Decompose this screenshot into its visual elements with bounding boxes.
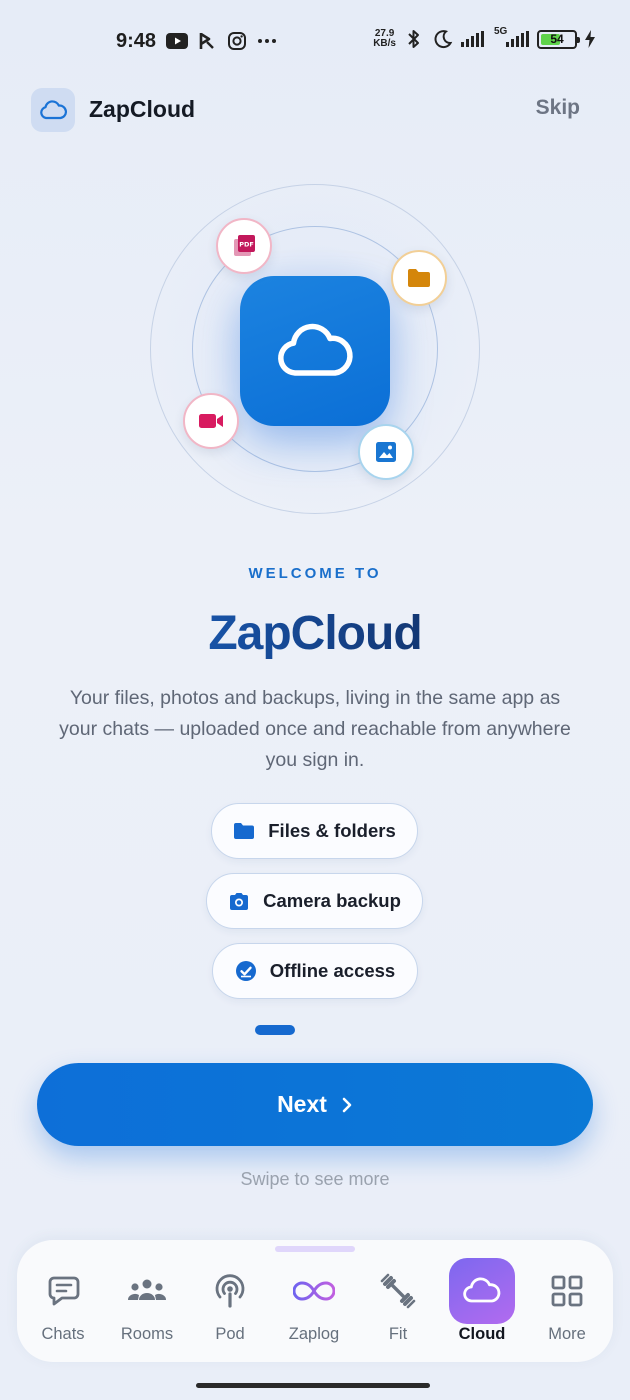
welcome-description: Your files, photos and backups, living i…: [59, 687, 571, 771]
nav-item-cloud[interactable]: Cloud: [442, 1258, 522, 1344]
bluetooth-icon: [403, 28, 425, 50]
instagram-icon: [226, 30, 248, 52]
folder-icon: [234, 823, 255, 839]
image-badge: [358, 424, 414, 480]
app-title: ZapCloud: [89, 96, 196, 122]
nav-item-chats[interactable]: Chats: [23, 1258, 103, 1344]
feature-label: Camera backup: [263, 890, 401, 911]
swipe-hint: Swipe to see more: [240, 1169, 390, 1189]
check-circle-icon: [235, 961, 256, 981]
nav-drag-handle[interactable]: [275, 1246, 355, 1252]
video-icon: [199, 414, 223, 428]
charging-bolt-icon: [584, 28, 596, 50]
camera-icon: [230, 892, 249, 910]
svg-text:PDF: PDF: [239, 241, 254, 249]
more-dots-icon: [256, 30, 278, 52]
podcast-icon: [197, 1258, 263, 1324]
people-icon: [114, 1258, 180, 1324]
signal-icon: [461, 28, 487, 50]
feature-chip-camera: Camera backup: [206, 873, 423, 929]
infinity-icon: [281, 1258, 347, 1324]
next-button-label: Next: [277, 1091, 327, 1117]
cloud-icon: [449, 1258, 515, 1324]
folder-badge: [391, 250, 447, 306]
page-indicator-active: [255, 1025, 295, 1035]
status-left-icons: [166, 30, 278, 52]
cloud-tile: [240, 276, 390, 426]
nav-item-zaplog[interactable]: Zaplog: [274, 1258, 354, 1344]
next-button[interactable]: Next: [37, 1063, 593, 1146]
feature-label: Offline access: [269, 960, 396, 981]
cloud-icon: [278, 323, 353, 376]
network-speed: 27.9 KB/s: [373, 28, 396, 49]
status-bar: 9:48 27.9 KB/s 5G 54: [0, 0, 630, 84]
chevron-right-icon: [342, 1097, 352, 1112]
pdf-icon: PDF: [234, 235, 255, 256]
feature-chip-offline: Offline access: [212, 943, 418, 999]
nav-item-rooms[interactable]: Rooms: [107, 1258, 187, 1344]
cloud-icon: [40, 100, 67, 120]
feature-chip-files: Files & folders: [211, 803, 418, 859]
feature-label: Files & folders: [268, 820, 396, 841]
status-right-icons: 27.9 KB/s 5G 54: [373, 26, 596, 50]
dumbbell-icon: [365, 1258, 431, 1324]
pay-icon: [196, 30, 218, 52]
status-time: 9:48: [116, 30, 157, 52]
moon-icon: [432, 28, 454, 50]
welcome-eyebrow: WELCOME TO: [248, 565, 382, 582]
app-logo: [31, 88, 75, 132]
home-indicator[interactable]: [196, 1383, 430, 1388]
battery-level: 54: [550, 32, 564, 46]
signal-5g-icon: 5G: [494, 26, 530, 50]
battery-indicator: 54: [537, 29, 580, 49]
nav-item-fit[interactable]: Fit: [358, 1258, 438, 1344]
nav-item-more[interactable]: More: [527, 1258, 607, 1344]
image-icon: [376, 442, 396, 462]
nav-item-pod[interactable]: Pod: [190, 1258, 270, 1344]
youtube-icon: [166, 30, 188, 52]
chat-icon: [30, 1258, 96, 1324]
bottom-navigation: Chats Rooms Pod Zaplog Fit Cloud More: [17, 1240, 613, 1362]
hero-illustration: PDF: [150, 184, 480, 514]
pdf-badge: PDF: [216, 218, 272, 274]
skip-button[interactable]: Skip: [536, 96, 580, 120]
video-badge: [183, 393, 239, 449]
folder-icon: [408, 269, 430, 287]
grid-icon: [534, 1258, 600, 1324]
welcome-title: ZapCloud: [0, 606, 630, 661]
